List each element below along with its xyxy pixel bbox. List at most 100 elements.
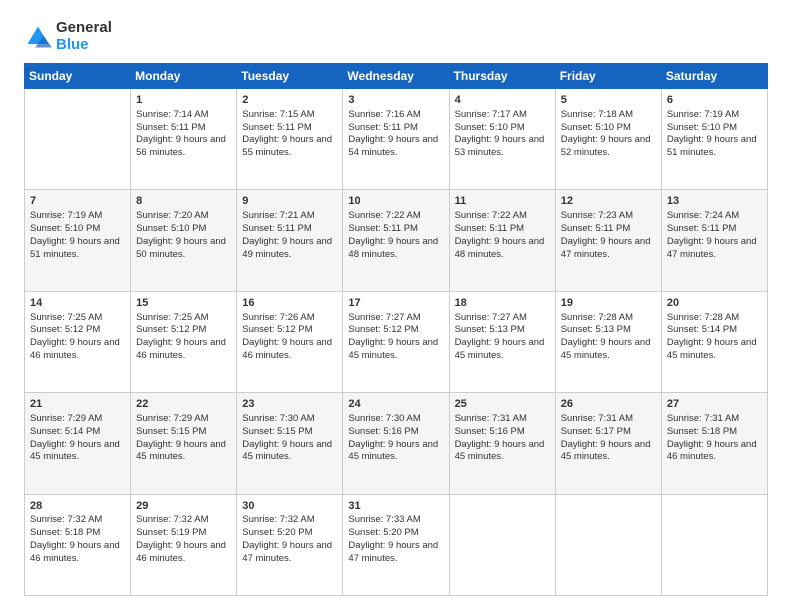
sunset: Sunset: 5:10 PM xyxy=(455,122,525,133)
calendar-cell: 19Sunrise: 7:28 AMSunset: 5:13 PM Dayligh… xyxy=(555,291,661,392)
sunset: Sunset: 5:11 PM xyxy=(242,122,312,133)
calendar-cell: 20Sunrise: 7:28 AMSunset: 5:14 PMDayligh… xyxy=(661,291,767,392)
daylight: Daylight: 9 hours and 46 minutes. xyxy=(667,439,757,463)
calendar-cell: 29Sunrise: 7:32 AM Sunset: 5:19 PM Dayligh… xyxy=(131,494,237,595)
sunrise: Sunrise: 7:31 AM xyxy=(561,413,633,424)
sunrise: Sunrise: 7:28 AM xyxy=(667,312,739,323)
calendar-cell xyxy=(449,494,555,595)
calendar-cell: 28Sunrise: 7:32 AM Sunset: 5:18 PM Dayligh… xyxy=(25,494,131,595)
calendar-week-3: 14 Sunrise: 7:25 AM Sunset: 5:12 PM Dayligh… xyxy=(25,291,768,392)
sunrise: Sunrise: 7:31 AM xyxy=(455,413,527,424)
sunset: Sunset: 5:11 PM xyxy=(348,223,418,234)
calendar-cell: 25Sunrise: 7:31 AMSunset: 5:16 PMDayligh… xyxy=(449,393,555,494)
day-number: 28 xyxy=(30,499,125,514)
daylight: Daylight: 9 hours and 47 minutes. xyxy=(242,540,332,564)
sunset: Sunset: 5:13 PM xyxy=(561,324,631,335)
day-number: 14 xyxy=(30,296,125,311)
calendar-cell: 2Sunrise: 7:15 AMSunset: 5:11 PMDaylight… xyxy=(237,89,343,190)
calendar-week-4: 21Sunrise: 7:29 AMSunset: 5:14 PMDayligh… xyxy=(25,393,768,494)
calendar-cell xyxy=(661,494,767,595)
daylight: Daylight: 9 hours and 45 minutes. xyxy=(30,439,120,463)
calendar-cell: 5Sunrise: 7:18 AMSunset: 5:10 PMDaylight… xyxy=(555,89,661,190)
daylight: Daylight: 9 hours and 45 minutes. xyxy=(561,337,651,361)
sunset: Sunset: 5:11 PM xyxy=(455,223,525,234)
sunset: Sunset: 5:17 PM xyxy=(561,426,631,437)
day-number: 23 xyxy=(242,397,337,412)
sunrise: Sunrise: 7:32 AM xyxy=(242,514,314,525)
sunrise: Sunrise: 7:16 AM xyxy=(348,109,420,120)
sunrise: Sunrise: 7:32 AM xyxy=(136,514,208,525)
sunset: Sunset: 5:11 PM xyxy=(667,223,737,234)
day-number: 13 xyxy=(667,194,762,209)
sunset: Sunset: 5:10 PM xyxy=(30,223,100,234)
calendar-cell: 8Sunrise: 7:20 AMSunset: 5:10 PMDaylight… xyxy=(131,190,237,291)
calendar-cell: 16Sunrise: 7:26 AMSunset: 5:12 PMDayligh… xyxy=(237,291,343,392)
daylight: Daylight: 9 hours and 51 minutes. xyxy=(30,236,120,260)
day-number: 30 xyxy=(242,499,337,514)
daylight: Daylight: 9 hours and 45 minutes. xyxy=(242,439,332,463)
sunset: Sunset: 5:12 PM xyxy=(242,324,312,335)
calendar-cell: 9Sunrise: 7:21 AMSunset: 5:11 PMDaylight… xyxy=(237,190,343,291)
daylight: Daylight: 9 hours and 45 minutes. xyxy=(455,337,545,361)
calendar-cell: 21Sunrise: 7:29 AMSunset: 5:14 PMDayligh… xyxy=(25,393,131,494)
daylight: Daylight: 9 hours and 47 minutes. xyxy=(348,540,438,564)
daylight: Daylight: 9 hours and 46 minutes. xyxy=(30,540,120,564)
weekday-header-sunday: Sunday xyxy=(25,64,131,89)
daylight: Daylight: 9 hours and 56 minutes. xyxy=(136,134,226,158)
daylight: Daylight: 9 hours and 45 minutes. xyxy=(348,337,438,361)
daylight: Daylight: 9 hours and 55 minutes. xyxy=(242,134,332,158)
sunrise: Sunrise: 7:24 AM xyxy=(667,210,739,221)
day-number: 19 xyxy=(561,296,656,311)
sunrise: Sunrise: 7:33 AM xyxy=(348,514,420,525)
day-number: 10 xyxy=(348,194,443,209)
sunrise: Sunrise: 7:29 AM xyxy=(136,413,208,424)
sunrise: Sunrise: 7:26 AM xyxy=(242,312,314,323)
sunset: Sunset: 5:13 PM xyxy=(455,324,525,335)
sunrise: Sunrise: 7:19 AM xyxy=(30,210,102,221)
weekday-header-friday: Friday xyxy=(555,64,661,89)
calendar-cell: 13Sunrise: 7:24 AMSunset: 5:11 PMDayligh… xyxy=(661,190,767,291)
sunset: Sunset: 5:19 PM xyxy=(136,527,206,538)
day-number: 22 xyxy=(136,397,231,412)
day-number: 15 xyxy=(136,296,231,311)
calendar-header-row: SundayMondayTuesdayWednesdayThursdayFrid… xyxy=(25,64,768,89)
sunset: Sunset: 5:11 PM xyxy=(348,122,418,133)
day-number: 29 xyxy=(136,499,231,514)
weekday-header-saturday: Saturday xyxy=(661,64,767,89)
day-number: 2 xyxy=(242,93,337,108)
day-number: 26 xyxy=(561,397,656,412)
day-number: 18 xyxy=(455,296,550,311)
sunrise: Sunrise: 7:17 AM xyxy=(455,109,527,120)
sunrise: Sunrise: 7:27 AM xyxy=(455,312,527,323)
calendar-cell: 15Sunrise: 7:25 AMSunset: 5:12 PMDayligh… xyxy=(131,291,237,392)
logo-icon xyxy=(24,23,52,51)
sunrise: Sunrise: 7:25 AM xyxy=(136,312,208,323)
day-number: 11 xyxy=(455,194,550,209)
sunset: Sunset: 5:18 PM xyxy=(30,527,100,538)
calendar-cell: 22Sunrise: 7:29 AMSunset: 5:15 PMDayligh… xyxy=(131,393,237,494)
day-number: 4 xyxy=(455,93,550,108)
daylight: Daylight: 9 hours and 46 minutes. xyxy=(136,540,226,564)
sunrise: Sunrise: 7:28 AM xyxy=(561,312,633,323)
day-number: 12 xyxy=(561,194,656,209)
day-number: 20 xyxy=(667,296,762,311)
sunset: Sunset: 5:20 PM xyxy=(242,527,312,538)
calendar-cell: 3Sunrise: 7:16 AMSunset: 5:11 PMDaylight… xyxy=(343,89,449,190)
calendar-week-2: 7Sunrise: 7:19 AMSunset: 5:10 PMDaylight… xyxy=(25,190,768,291)
sunrise: Sunrise: 7:30 AM xyxy=(242,413,314,424)
daylight: Daylight: 9 hours and 45 minutes. xyxy=(348,439,438,463)
sunrise: Sunrise: 7:18 AM xyxy=(561,109,633,120)
calendar-week-5: 28Sunrise: 7:32 AMSunset: 5:18 PMDayligh… xyxy=(25,494,768,595)
daylight: Daylight: 9 hours and 49 minutes. xyxy=(242,236,332,260)
sunset: Sunset: 5:16 PM xyxy=(348,426,418,437)
logo: General Blue xyxy=(24,20,112,53)
day-number: 31 xyxy=(348,499,443,514)
sunrise: Sunrise: 7:32 AM xyxy=(30,514,102,525)
sunset: Sunset: 5:11 PM xyxy=(242,223,312,234)
sunset: Sunset: 5:12 PM xyxy=(348,324,418,335)
calendar-cell: 24Sunrise: 7:30 AMSunset: 5:16 PMDayligh… xyxy=(343,393,449,494)
logo-text: General Blue xyxy=(56,20,112,53)
calendar-cell: 6Sunrise: 7:19 AMSunset: 5:10 PMDaylight… xyxy=(661,89,767,190)
calendar-cell: 18Sunrise: 7:27 AMSunset: 5:13 PM Dayligh… xyxy=(449,291,555,392)
sunrise: Sunrise: 7:22 AM xyxy=(455,210,527,221)
